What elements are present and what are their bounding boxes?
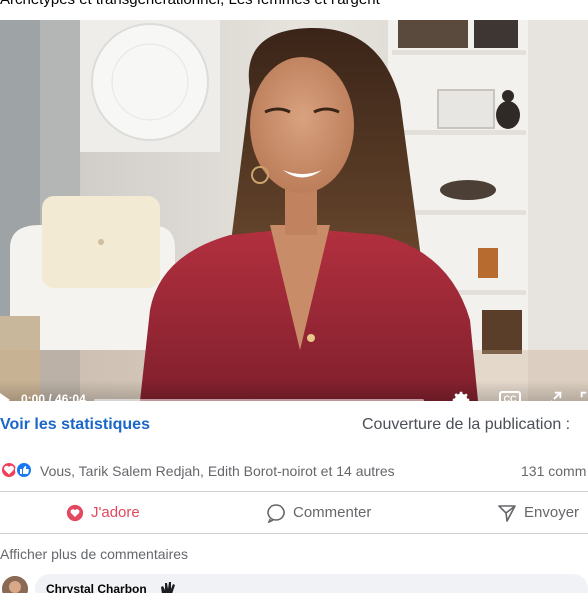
avatar[interactable] <box>2 576 28 593</box>
love-label: J'adore <box>91 504 140 521</box>
reactions-summary: Vous, Tarik Salem Redjah, Edith Borot-no… <box>0 458 588 484</box>
comment-item: Chrystal Charbon <box>0 572 588 593</box>
like-reaction-icon <box>15 461 33 479</box>
video-frame <box>0 20 588 401</box>
comment-label: Commenter <box>293 504 372 521</box>
video-controls: 0:00 / 46:04 CC <box>0 380 588 401</box>
heart-icon <box>66 504 84 522</box>
comment-count[interactable]: 131 comm <box>521 463 586 479</box>
post-stats-row: Voir les statistiques Couverture de la p… <box>0 410 588 440</box>
view-statistics-link[interactable]: Voir les statistiques <box>0 416 150 434</box>
reactors-text[interactable]: Vous, Tarik Salem Redjah, Edith Borot-no… <box>40 463 395 479</box>
play-icon[interactable] <box>0 393 10 401</box>
send-label: Envoyer <box>524 504 580 521</box>
expand-icon[interactable] <box>542 389 564 401</box>
comment-author[interactable]: Chrystal Charbon <box>46 582 147 593</box>
gear-icon[interactable] <box>450 389 472 401</box>
post-coverage-label: Couverture de la publication : <box>362 416 571 433</box>
video-player[interactable]: 0:00 / 46:04 CC <box>0 20 588 401</box>
reaction-icons[interactable] <box>0 461 36 481</box>
captions-button[interactable]: CC <box>499 391 521 401</box>
post-caption: Archétypes et transgénérationnel, Les fe… <box>0 0 588 11</box>
divider-top <box>0 491 588 492</box>
progress-scrubber[interactable] <box>94 399 424 401</box>
duration: 46:04 <box>55 392 86 401</box>
video-time: 0:00 / 46:04 <box>21 392 86 401</box>
divider-bottom <box>0 533 588 534</box>
current-time: 0:00 <box>21 392 46 401</box>
send-icon <box>498 505 516 522</box>
comment-icon <box>267 504 285 523</box>
show-more-comments-link[interactable]: Afficher plus de commentaires <box>0 546 188 562</box>
fullscreen-icon[interactable] <box>578 389 588 401</box>
clapping-hands-icon <box>161 582 175 593</box>
